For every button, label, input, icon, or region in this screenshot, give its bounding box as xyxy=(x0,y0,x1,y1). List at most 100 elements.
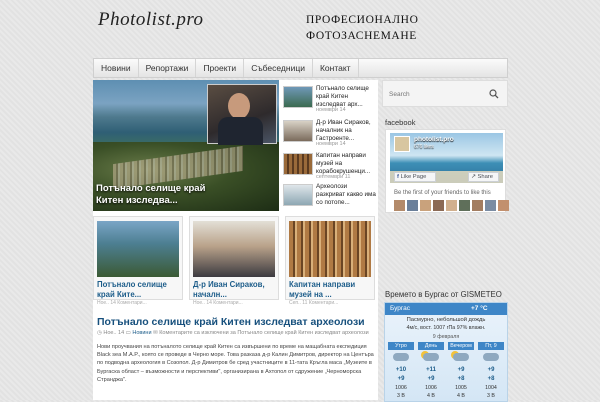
comment-icon: ✉ xyxy=(153,330,158,336)
article-meta: ◷ Ное.. 14 ▭ Новини ✉ Коментарите са изк… xyxy=(97,330,369,336)
post-card[interactable]: Д-р Иван Сираков, началн... Ное.. 14 Ком… xyxy=(189,216,279,306)
card-title[interactable]: Д-р Иван Сираков, началн... xyxy=(193,280,277,300)
side-thumb xyxy=(283,86,313,108)
site-logo[interactable]: Photolist.pro xyxy=(98,9,204,31)
forecast-label: Пт, 9 xyxy=(478,342,504,350)
facebook-icon: f xyxy=(397,174,399,180)
side-item-date: септември 11 xyxy=(316,174,351,180)
facebook-widget: photolist.pro 676 likes f Like Page ↗ Sh… xyxy=(385,129,509,213)
forecast-wind: 3 В xyxy=(487,393,495,399)
main-content: Потънало селище край Китен изследва... П… xyxy=(93,80,378,400)
post-card[interactable]: Потънало селище край Ките... Ное.. 14 Ко… xyxy=(93,216,183,306)
card-meta: Ное.. 14 Коментари... xyxy=(193,300,243,306)
forecast-temp: +11 xyxy=(426,367,436,373)
weather-current-temp: +7 °C xyxy=(471,305,488,312)
forecast-temp: +10 xyxy=(395,367,407,373)
forecast-temp2: +9 xyxy=(397,376,405,382)
side-item-title[interactable]: Археолози разкриват какво има со потопе.… xyxy=(316,183,378,206)
post-card[interactable]: Капитан направи музей на ... Сеп.. 11 Ко… xyxy=(285,216,375,306)
site-tagline: ПРОФЕСИОНАЛНО ФОТОЗАСНЕМАНЕ xyxy=(306,14,419,42)
weather-forecast: Утро +10 +9 1006 3 В День +11 +9 1006 4 … xyxy=(388,342,504,400)
forecast-label: День xyxy=(418,342,444,350)
weather-widget: Времето в Бургас от GISMETEO Бургас +7 °… xyxy=(382,290,508,402)
nav-item-projects[interactable]: Проекти xyxy=(196,59,245,77)
fb-like-label: Like Page xyxy=(400,174,427,180)
side-thumb xyxy=(283,184,313,206)
forecast-wind: 4 В xyxy=(427,393,435,399)
main-nav: Новини Репортажи Проекти Събеседници Кон… xyxy=(93,58,508,78)
weather-details: 4м/с, вост. 1007 гПа 97% влажн. xyxy=(406,325,486,331)
forecast-temp2: +9 xyxy=(427,376,435,382)
forecast-pressure: 1004 xyxy=(485,385,497,391)
fb-like-count: 676 likes xyxy=(414,144,434,150)
side-list-item[interactable]: Капитан направи музей на корабокрушенци.… xyxy=(283,150,378,180)
interview-photo xyxy=(207,84,277,145)
share-icon: ↗ xyxy=(471,174,476,180)
article-comments: Коментарите са изключени за Потънало сел… xyxy=(159,330,369,336)
forecast-wind: 3 В xyxy=(397,393,405,399)
side-item-title[interactable]: Капитан направи музей на корабокрушенци.… xyxy=(316,152,378,175)
search-input[interactable] xyxy=(389,88,484,101)
fb-friends-text: Be the first of your friends to like thi… xyxy=(394,190,491,196)
search-icon[interactable] xyxy=(489,89,499,99)
side-item-date: ноември 14 xyxy=(316,107,346,113)
facebook-widget-title: facebook xyxy=(385,118,416,127)
side-item-title[interactable]: Д-р Иван Сираков, началник на Гастроенте… xyxy=(316,119,378,142)
sun-cloud-icon xyxy=(448,350,474,366)
nav-item-reports[interactable]: Репортажи xyxy=(139,59,197,77)
forecast-label: Утро xyxy=(388,342,414,350)
weather-header-bar: Бургас +7 °C xyxy=(385,303,507,315)
weather-informer[interactable]: Бургас +7 °C Пасмурно, небольшой дождь 4… xyxy=(384,302,508,402)
forecast-label: Вечером xyxy=(448,342,474,350)
nav-item-contact[interactable]: Контакт xyxy=(313,59,359,77)
weather-date: 9 февраля xyxy=(432,334,460,340)
side-thumb xyxy=(283,153,313,175)
forecast-column: Пт, 9 +9 +8 1004 3 В xyxy=(478,342,504,400)
featured-title[interactable]: Потънало селище край Китен изследва... xyxy=(96,183,216,207)
article-body: Нови проучвания на потъналото селище кра… xyxy=(97,344,374,383)
forecast-temp2: +8 xyxy=(457,376,465,382)
fb-friend-faces xyxy=(394,200,509,211)
nav-item-news[interactable]: Новини xyxy=(94,59,139,77)
fb-share-button[interactable]: ↗ Share xyxy=(468,172,499,182)
card-thumb xyxy=(97,221,179,277)
side-item-title[interactable]: Потънало селище край Китен изследват арх… xyxy=(316,85,378,108)
fb-like-button[interactable]: f Like Page xyxy=(394,172,436,182)
rain-cloud-icon xyxy=(478,350,504,366)
forecast-wind: 4 В xyxy=(457,393,465,399)
featured-slide[interactable]: Потънало селище край Китен изследва... xyxy=(93,80,279,211)
side-item-date: ноември 14 xyxy=(316,141,346,147)
clock-icon: ◷ xyxy=(97,330,102,336)
side-list-item[interactable]: Археолози разкриват какво има со потопе.… xyxy=(283,181,378,211)
fb-share-label: Share xyxy=(477,174,493,180)
weather-city: Бургас xyxy=(390,305,411,312)
folder-icon: ▭ xyxy=(125,330,131,336)
sun-cloud-icon xyxy=(418,350,444,366)
article-category[interactable]: Новини xyxy=(132,330,151,336)
article-title[interactable]: Потънало селище край Китен изследват арх… xyxy=(97,316,365,328)
forecast-temp: +9 xyxy=(487,367,495,373)
search-box xyxy=(382,80,508,107)
fb-page-avatar[interactable] xyxy=(394,136,410,152)
card-title[interactable]: Потънало селище край Ките... xyxy=(97,280,181,300)
nav-item-interviews[interactable]: Събеседници xyxy=(244,59,313,77)
side-thumb xyxy=(283,120,313,142)
forecast-pressure: 1006 xyxy=(395,385,407,391)
side-list-item[interactable]: Потънало селище край Китен изследват арх… xyxy=(283,83,378,113)
article-date: Ное.. 14 xyxy=(103,330,125,336)
forecast-temp2: +8 xyxy=(487,376,495,382)
card-thumb xyxy=(289,221,371,277)
side-list-item[interactable]: Д-р Иван Сираков, началник на Гастроенте… xyxy=(283,117,378,147)
fb-page-name[interactable]: photolist.pro xyxy=(414,136,454,143)
forecast-column: Утро +10 +9 1006 3 В xyxy=(388,342,414,400)
weather-condition: Пасмурно, небольшой дождь xyxy=(406,317,486,323)
rain-cloud-icon xyxy=(388,350,414,366)
forecast-column: День +11 +9 1006 4 В xyxy=(418,342,444,400)
card-title[interactable]: Капитан направи музей на ... xyxy=(289,280,373,300)
card-meta: Сеп.. 11 Коментари... xyxy=(289,300,339,306)
card-meta: Ное.. 14 Коментари... xyxy=(97,300,147,306)
forecast-pressure: 1005 xyxy=(455,385,467,391)
forecast-column: Вечером +9 +8 1005 4 В xyxy=(448,342,474,400)
forecast-temp: +9 xyxy=(457,367,465,373)
forecast-pressure: 1006 xyxy=(425,385,437,391)
